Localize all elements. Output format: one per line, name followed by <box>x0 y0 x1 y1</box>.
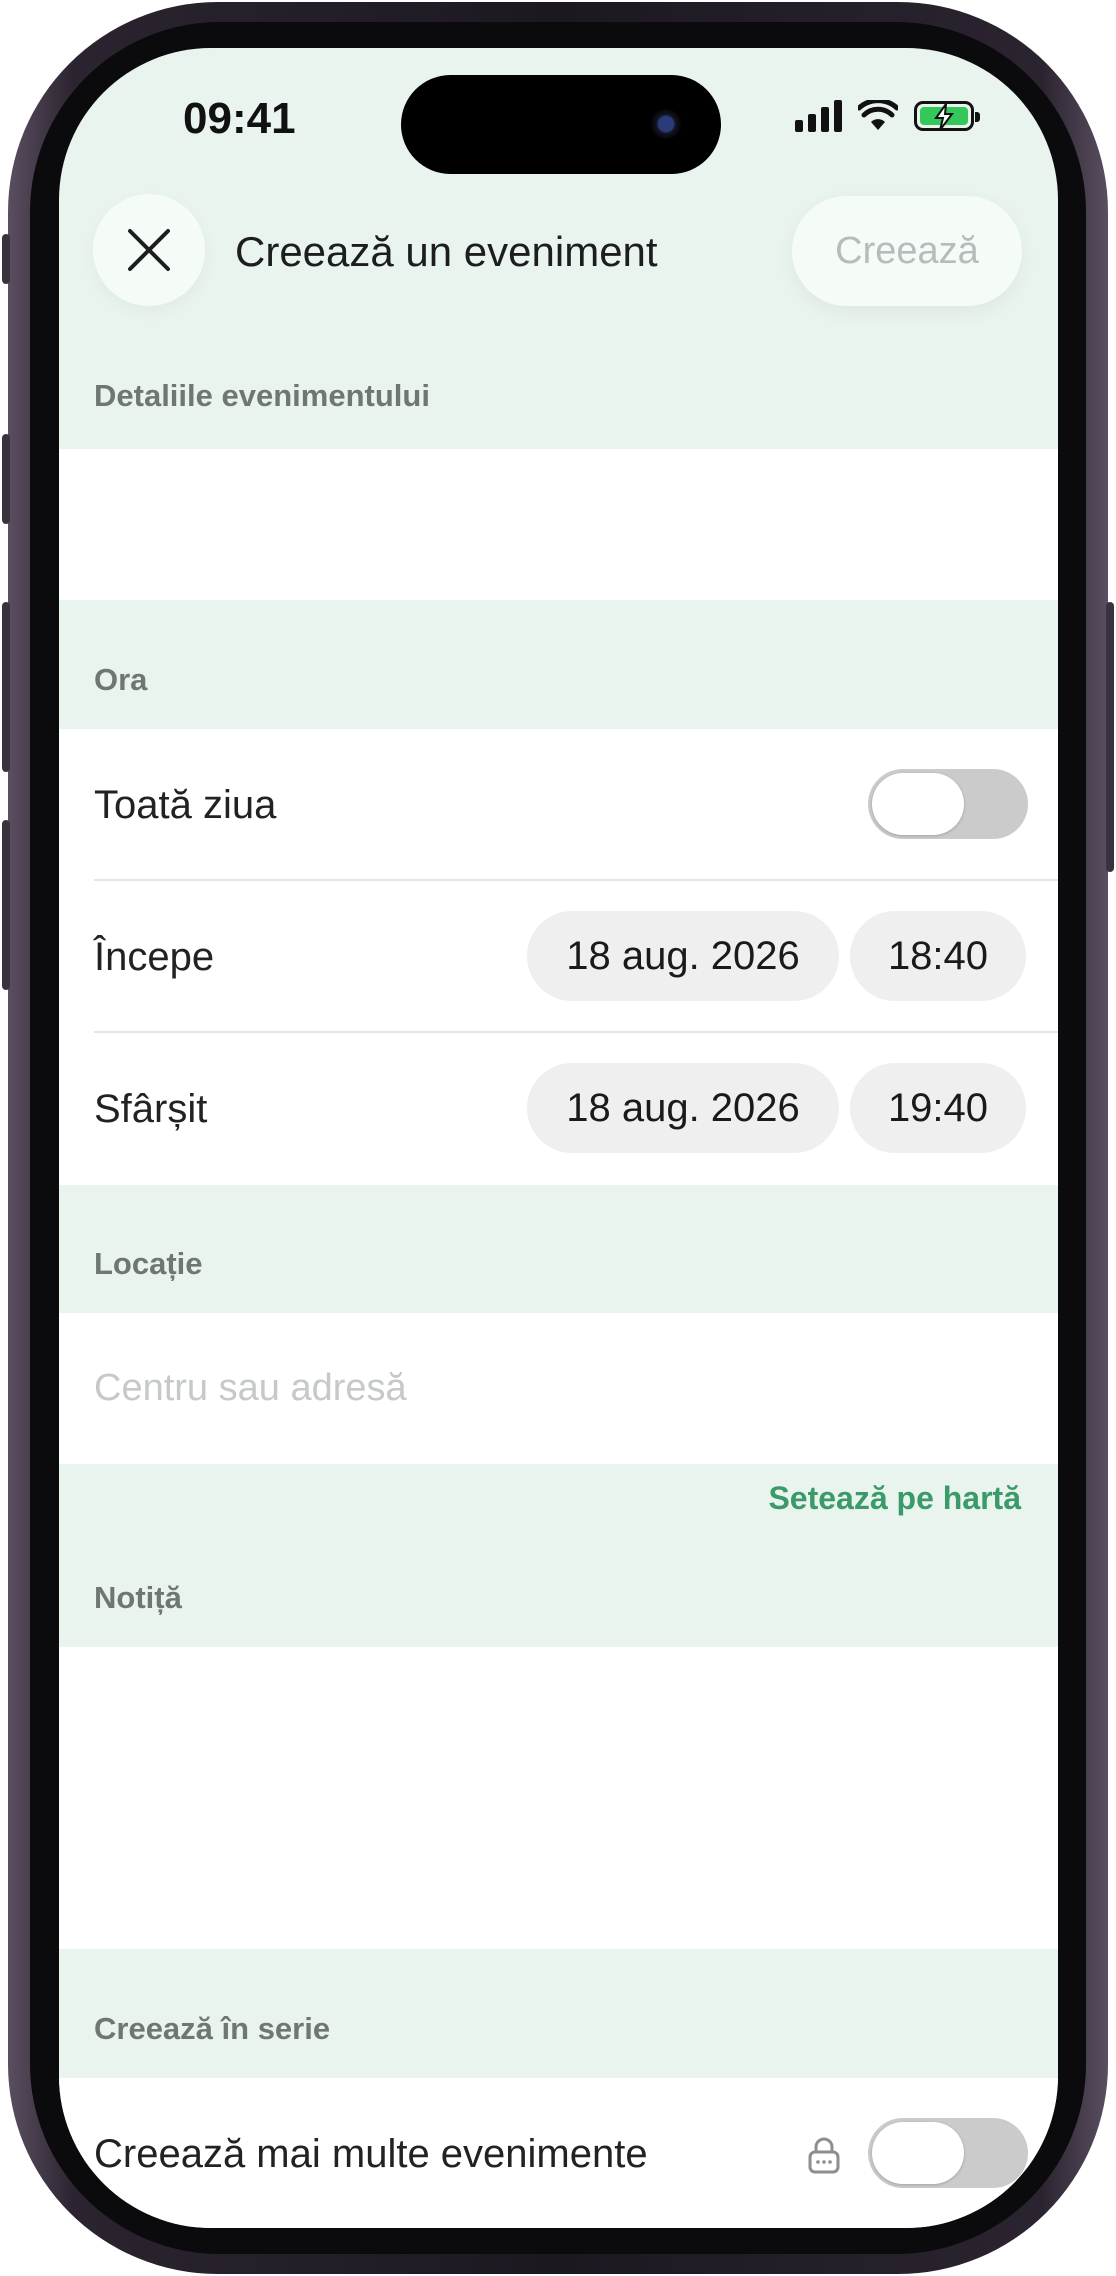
divider <box>94 1031 1058 1033</box>
multiple-events-label: Creează mai multe evenimente <box>94 2132 648 2176</box>
page-title: Creează un eveniment <box>235 228 658 275</box>
end-date-pill[interactable]: 18 aug. 2026 <box>527 1063 839 1153</box>
create-button[interactable]: Creează <box>792 196 1022 306</box>
all-day-toggle[interactable] <box>868 769 1028 839</box>
volume-down-button <box>2 602 10 772</box>
camera-icon <box>651 109 681 139</box>
start-date-pill[interactable]: 18 aug. 2026 <box>527 911 839 1001</box>
close-button[interactable] <box>93 194 205 306</box>
lock-icon <box>808 2137 840 2174</box>
location-input[interactable]: Centru sau adresă <box>94 1367 407 1410</box>
wifi-icon <box>858 100 898 130</box>
header: Creează un eveniment Creează <box>59 194 1058 310</box>
all-day-label: Toată ziua <box>94 783 277 827</box>
section-label-time: Ora <box>94 662 148 697</box>
event-details-field[interactable] <box>59 449 1058 600</box>
location-card: Centru sau adresă <box>59 1313 1058 1464</box>
close-icon <box>128 229 170 271</box>
volume-up-button <box>2 434 10 524</box>
silent-switch <box>2 234 10 284</box>
section-label-series: Creează în serie <box>94 2011 331 2046</box>
section-label-location: Locație <box>94 1246 203 1281</box>
power-button <box>1106 602 1114 872</box>
note-field[interactable] <box>59 1647 1058 1949</box>
end-time-pill[interactable]: 19:40 <box>850 1063 1026 1153</box>
divider <box>94 879 1058 881</box>
time-card: Toată ziua Începe 18 aug. 2026 18:40 Sfâ… <box>59 729 1058 1185</box>
end-label: Sfârșit <box>94 1087 208 1131</box>
screen: 09:41 Creează un eveniment Creează Detal… <box>59 48 1058 2228</box>
status-time: 09:41 <box>183 94 296 143</box>
signal-icon <box>795 100 842 132</box>
set-on-map-link[interactable]: Setează pe hartă <box>768 1480 1021 1517</box>
section-label-note: Notiță <box>94 1580 182 1615</box>
multiple-events-toggle[interactable] <box>868 2118 1028 2188</box>
volume-button <box>2 820 10 990</box>
toggle-knob <box>872 773 964 835</box>
start-label: Începe <box>94 935 215 979</box>
section-label-details: Detaliile evenimentului <box>94 378 430 413</box>
battery-charging-icon <box>914 101 980 131</box>
start-time-pill[interactable]: 18:40 <box>850 911 1026 1001</box>
toggle-knob <box>872 2122 964 2184</box>
dynamic-island <box>401 75 721 174</box>
status-icons <box>795 100 980 132</box>
series-card: Creează mai multe evenimente <box>59 2078 1058 2228</box>
